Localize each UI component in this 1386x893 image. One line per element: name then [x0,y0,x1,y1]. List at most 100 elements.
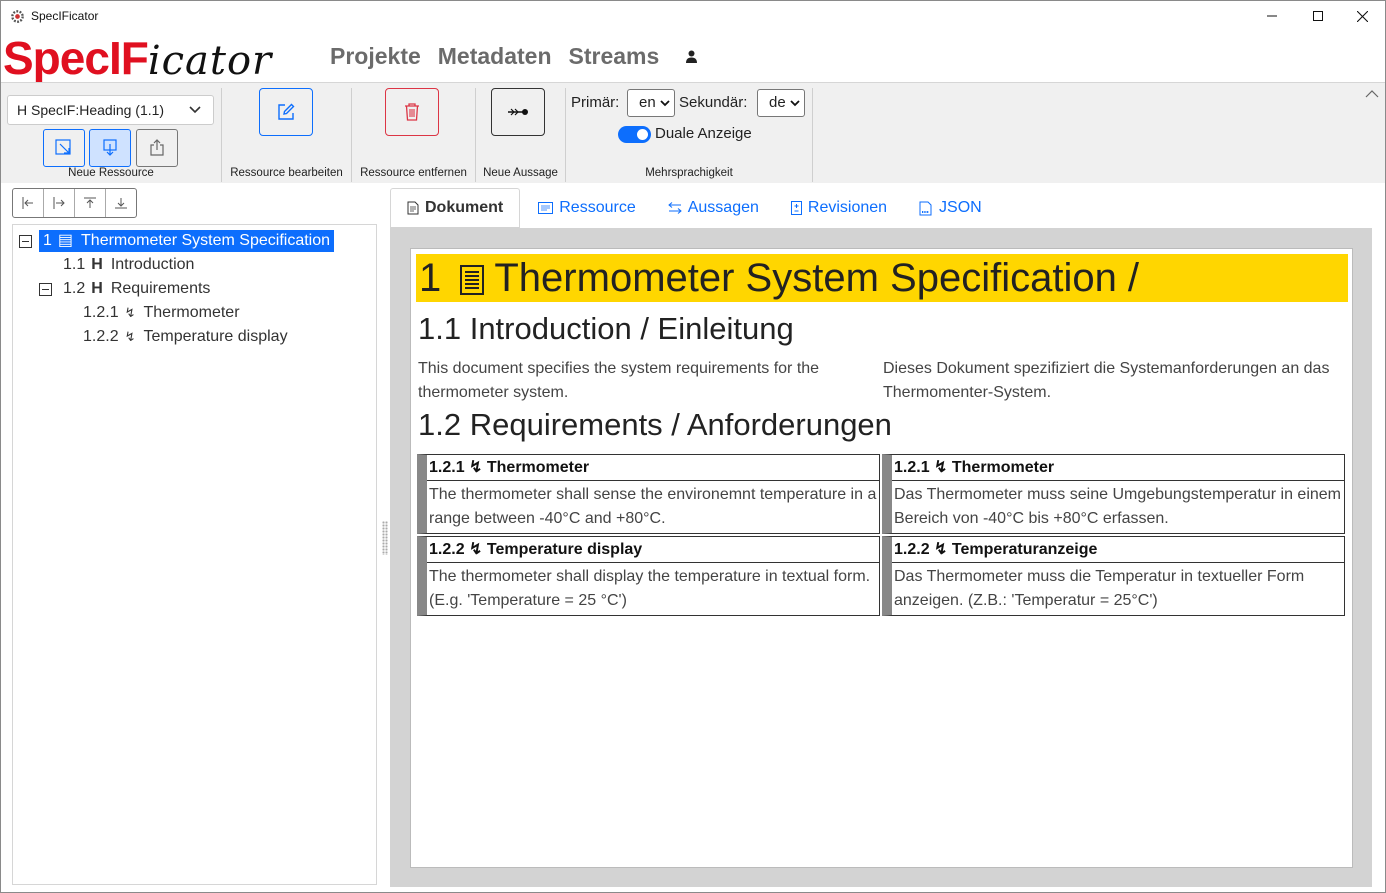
tree-node-num: 1.1 [63,256,86,273]
collapse-toggle[interactable] [39,283,52,296]
requirement-card: 1.2.2 ↯ Temperaturanzeige Das Thermomete… [882,536,1345,616]
nav-streams[interactable]: Streams [569,43,660,70]
document-title: 1 Thermometer System Specification / [416,254,1348,302]
dual-display-toggle[interactable] [618,126,651,143]
insert-before-button[interactable] [43,129,85,167]
file-diff-icon [790,201,802,215]
indent-button[interactable] [44,189,75,217]
tab-ressource[interactable]: Ressource [522,188,651,228]
tab-revisionen[interactable]: Revisionen [775,188,903,228]
dual-display-label: Duale Anzeige [655,125,752,142]
tree-node-1-2-2[interactable]: 1.2.2 ↯ Temperature display [83,326,288,348]
collapse-toggle[interactable] [19,235,32,248]
nav-projekte[interactable]: Projekte [330,43,421,70]
file-text-icon [407,201,419,215]
tab-dokument[interactable]: Dokument [390,188,521,228]
section-heading-requirements: 1.2 Requirements / Anforderungen [418,407,892,442]
insert-before-icon [55,139,71,155]
requirement-text: Das Thermometer muss die Temperatur in t… [894,568,1305,609]
group-delete: Ressource entfernen [352,88,476,182]
document-icon: ▤ [57,232,74,249]
delete-resource-button[interactable] [385,88,439,136]
panel-splitter[interactable] [382,521,388,555]
move-up-button[interactable] [75,189,106,217]
resource-type-value: H SpecIF:Heading (1.1) [17,102,165,118]
primary-language-select[interactable]: en [627,89,675,117]
outdent-button[interactable] [13,189,44,217]
insert-below-button[interactable] [89,129,131,167]
tree-node-label: Introduction [110,256,195,273]
requirement-icon: ↯ [124,329,136,344]
tree-toolbar [12,188,137,218]
requirement-card: 1.2.1 ↯ Thermometer The thermometer shal… [417,454,880,534]
title-number: 1 [419,256,442,300]
tree-node-label: Temperature display [143,328,288,345]
secondary-language-value: de [769,94,786,111]
user-icon[interactable] [685,50,698,64]
card-text-icon [538,202,554,214]
heading-icon: H [91,256,103,273]
insert-below-icon [103,139,117,156]
title-bar: SpecIFicator [1,1,1385,31]
tree-node-num: 1.2.1 [83,304,119,321]
group-label-delete: Ressource entfernen [360,167,467,179]
requirement-text: The thermometer shall display the temper… [429,568,871,609]
tab-json[interactable]: JSON [903,188,998,228]
collapse-ribbon-icon[interactable] [1365,89,1379,98]
tree-node-1-1[interactable]: 1.1 H Introduction [63,254,194,276]
maximize-button[interactable] [1295,1,1341,31]
secondary-language-select[interactable]: de [757,89,805,117]
view-tabs: Dokument Ressource Aussagen Revisionen J… [390,188,998,228]
tab-label: Dokument [425,199,504,216]
maximize-icon [1313,11,1323,21]
group-label-new-resource: Neue Ressource [68,167,154,179]
close-button[interactable] [1339,1,1385,31]
arrow-left-right-icon [667,202,682,214]
resource-type-select[interactable]: H SpecIF:Heading (1.1) [7,95,214,125]
primary-language-value: en [639,94,656,111]
requirement-title: 1.2.1 ↯ Thermometer [892,455,1344,481]
app-window: SpecIFicator SpecIFicator Projekte Metad… [0,0,1386,893]
tree-node-1-2-1[interactable]: 1.2.1 ↯ Thermometer [83,302,240,324]
logo-suffix: icator [147,38,273,84]
group-languages: Primär: en Sekundär: de Duale Anzeige Me… [566,88,813,182]
chevron-down-icon [790,100,800,107]
tab-label: JSON [939,199,982,216]
group-new-resource: H SpecIF:Heading (1.1) Neue Ressource [1,88,222,182]
tree-node-1-2[interactable]: 1.2 H Requirements [63,278,210,300]
requirement-icon: ↯ [124,305,136,320]
move-down-button[interactable] [106,189,136,217]
chevron-down-icon [189,106,201,114]
requirement-title: 1.2.2 ↯ Temperaturanzeige [892,537,1344,563]
title-text: Thermometer System Specification / [494,256,1140,300]
tree-node-label: Requirements [110,280,211,297]
requirement-text: Das Thermometer muss seine Umgebungstemp… [894,486,1342,527]
heading-icon: H [91,280,103,297]
tab-label: Aussagen [687,199,759,216]
group-statement: Neue Aussage [476,88,566,182]
arrow-link-icon [508,108,528,116]
window-title: SpecIFicator [31,9,99,23]
requirement-card: 1.2.1 ↯ Thermometer Das Thermometer muss… [882,454,1345,534]
primary-language-label: Primär: [571,94,620,111]
brand-logo[interactable]: SpecIFicator [3,31,273,84]
main-nav: Projekte Metadaten Streams [330,43,698,70]
outdent-icon [22,197,33,209]
hierarchy-tree: 1 ▤ Thermometer System Specification 1.1 H I… [12,224,377,885]
tree-node-label: Thermometer [143,304,240,321]
group-label-statement: Neue Aussage [483,167,558,179]
tree-node-num: 1.2.2 [83,328,119,345]
nav-metadaten[interactable]: Metadaten [438,43,552,70]
group-label-languages: Mehrsprachigkeit [645,167,733,179]
document-view: 1 Thermometer System Specification / 1.1… [410,248,1353,868]
indent-icon [53,197,65,209]
tab-aussagen[interactable]: Aussagen [652,188,775,228]
export-button[interactable] [136,129,178,167]
new-statement-button[interactable] [491,88,545,136]
section-heading-introduction: 1.1 Introduction / Einleitung [418,311,794,346]
intro-text-en: This document specifies the system requi… [418,360,820,401]
requirement-title: 1.2.1 ↯ Thermometer [427,455,879,481]
edit-resource-button[interactable] [259,88,313,136]
tree-node-1[interactable]: 1 ▤ Thermometer System Specification [39,230,335,252]
minimize-button[interactable] [1249,1,1295,31]
